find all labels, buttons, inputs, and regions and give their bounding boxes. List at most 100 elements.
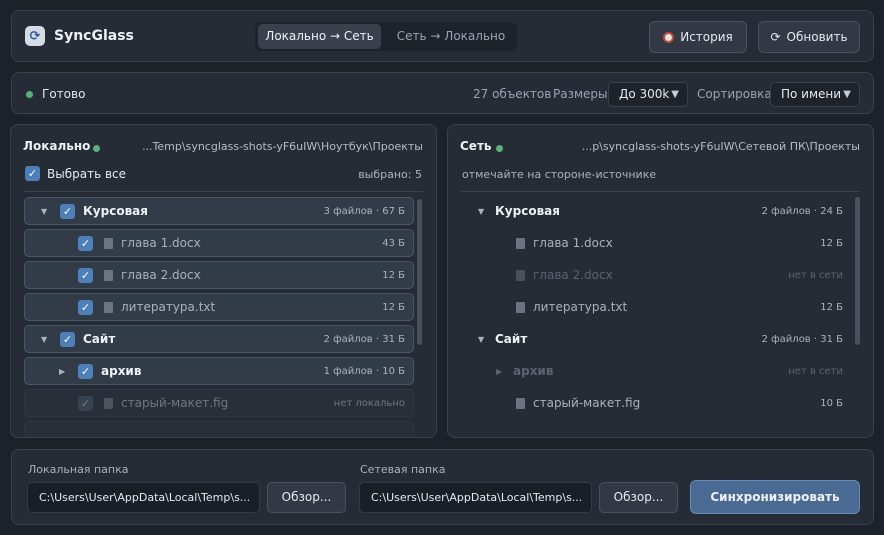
tree-row-folder: ▼ Сайт 2 файлов · 31 Б	[461, 325, 851, 353]
tree-row-meta: нет в сети	[788, 365, 843, 377]
select-all-label: Выбрать все	[47, 166, 127, 181]
tree-row-name: старый-макет.fig	[533, 396, 641, 410]
tree-row-meta: 2 файлов · 31 Б	[323, 333, 405, 345]
tree-row-partial	[24, 421, 414, 437]
checkbox-checked-icon: ✓	[25, 166, 40, 181]
tree-row-folder: ▼ Курсовая 2 файлов · 24 Б	[461, 197, 851, 225]
tree-row-file: глава 1.docx 12 Б	[461, 229, 851, 257]
local-folder-input[interactable]: C:\Users\User\AppData\Local\Temp\s...	[27, 482, 260, 513]
refresh-icon: ⟳	[770, 30, 781, 44]
browse-local-button[interactable]: Обзор...	[267, 482, 346, 513]
tree-row-file: глава 2.docx нет в сети	[461, 261, 851, 289]
footer-bar: Локальная папка C:\Users\User\AppData\Lo…	[11, 449, 874, 525]
tree-row-name: литература.txt	[121, 300, 216, 314]
chevron-down-icon: ▼	[671, 89, 679, 100]
tree-row-meta: 12 Б	[382, 269, 405, 281]
scrollbar[interactable]	[855, 197, 860, 345]
divider	[461, 191, 860, 192]
tree-row-file: литература.txt 12 Б	[461, 293, 851, 321]
checkbox-checked-icon: ✓	[78, 395, 93, 411]
status-text: Готово	[42, 87, 86, 101]
file-icon	[104, 269, 113, 281]
sort-select[interactable]: По имени ▼	[770, 82, 860, 107]
tree-row-folder[interactable]: ▼ ✓ Сайт 2 файлов · 31 Б	[24, 325, 414, 353]
tree-row-name: архив	[101, 364, 142, 378]
tree-row-name: Курсовая	[495, 204, 560, 218]
tree-row-name: Сайт	[495, 332, 528, 346]
tree-row-meta: 2 файлов · 24 Б	[761, 205, 843, 217]
tree-row-file: старый-макет.fig 10 Б	[461, 389, 851, 417]
remote-title: Сеть	[460, 139, 492, 153]
tree-row-folder[interactable]: ▶ ✓ архив 1 файлов · 10 Б	[24, 357, 414, 385]
history-button[interactable]: История	[649, 21, 747, 53]
tree-row-name: Курсовая	[83, 204, 148, 218]
checkbox-checked-icon[interactable]: ✓	[78, 235, 93, 251]
tree-row-folder[interactable]: ▼ ✓ Курсовая 3 файлов · 67 Б	[24, 197, 414, 225]
local-title: Локально	[23, 139, 91, 153]
local-path: ...Temp\syncglass-shots-yF6uIW\Ноутбук\П…	[142, 140, 423, 153]
caret-right-icon: ▶	[496, 366, 503, 376]
app-logo-icon: ⟳	[25, 26, 45, 46]
refresh-button[interactable]: ⟳ Обновить	[758, 21, 860, 53]
checkbox-checked-icon[interactable]: ✓	[60, 203, 75, 219]
checkbox-checked-icon[interactable]: ✓	[60, 331, 75, 347]
tree-row-file[interactable]: ✓ глава 1.docx 43 Б	[24, 229, 414, 257]
tree-row-meta: 43 Б	[382, 237, 405, 249]
local-status-dot-icon	[93, 145, 100, 152]
refresh-label: Обновить	[786, 30, 848, 44]
checkbox-checked-icon[interactable]: ✓	[78, 267, 93, 283]
tree-row-meta: 12 Б	[382, 301, 405, 313]
history-label: История	[680, 30, 733, 44]
caret-down-icon[interactable]: ▼	[41, 207, 47, 216]
file-icon	[516, 301, 525, 313]
file-icon	[104, 237, 113, 249]
app-header: ⟳ SyncGlass Локально → Сеть Сеть → Локал…	[11, 10, 874, 62]
tree-row-file[interactable]: ✓ глава 2.docx 12 Б	[24, 261, 414, 289]
tree-row-file[interactable]: ✓ литература.txt 12 Б	[24, 293, 414, 321]
checkbox-checked-icon[interactable]: ✓	[78, 363, 93, 379]
mode-local-to-remote[interactable]: Локально → Сеть	[258, 24, 381, 49]
file-icon	[104, 301, 113, 313]
mode-remote-to-local[interactable]: Сеть → Локально	[387, 24, 515, 49]
sync-button[interactable]: Синхронизировать	[690, 480, 860, 514]
sizes-label: Размеры	[553, 87, 608, 101]
file-icon	[516, 397, 525, 409]
remote-status-dot-icon	[496, 145, 503, 152]
file-icon	[516, 269, 525, 281]
tree-row-meta: 10 Б	[820, 397, 843, 409]
remote-folder-label: Сетевая папка	[360, 463, 446, 476]
tree-row-meta: 2 файлов · 31 Б	[761, 333, 843, 345]
file-icon	[516, 237, 525, 249]
tree-row-meta: 3 файлов · 67 Б	[323, 205, 405, 217]
sizes-select[interactable]: До 300k ▼	[608, 82, 688, 107]
tree-row-meta: 1 файлов · 10 Б	[323, 365, 405, 377]
remote-hint: отмечайте на стороне-источнике	[462, 168, 657, 181]
caret-down-icon[interactable]: ▼	[478, 335, 484, 344]
tree-row-meta: нет локально	[333, 397, 405, 409]
caret-down-icon[interactable]: ▼	[41, 335, 47, 344]
object-count: 27 объектов	[473, 87, 552, 101]
scrollbar[interactable]	[417, 199, 422, 345]
caret-down-icon[interactable]: ▼	[478, 207, 484, 216]
tree-row-meta: 12 Б	[820, 237, 843, 249]
browse-remote-button[interactable]: Обзор...	[599, 482, 678, 513]
app-title: SyncGlass	[54, 28, 134, 44]
divider	[24, 191, 423, 192]
local-panel: Локально ...Temp\syncglass-shots-yF6uIW\…	[10, 124, 437, 438]
status-dot-icon	[26, 91, 33, 98]
remote-panel: Сеть ...p\syncglass-shots-yF6uIW\Сетевой…	[447, 124, 874, 438]
tree-row-meta: нет в сети	[788, 269, 843, 281]
clock-icon	[663, 31, 675, 43]
local-folder-label: Локальная папка	[28, 463, 129, 476]
tree-row-meta: 12 Б	[820, 301, 843, 313]
tree-row-name: архив	[513, 364, 554, 378]
chevron-down-icon: ▼	[843, 89, 851, 100]
tree-row-file: ✓ старый-макет.fig нет локально	[24, 389, 414, 417]
tree-row-name: литература.txt	[533, 300, 628, 314]
checkbox-checked-icon[interactable]: ✓	[78, 299, 93, 315]
tree-row-folder: ▶ архив нет в сети	[461, 357, 851, 385]
caret-right-icon[interactable]: ▶	[59, 367, 65, 376]
sort-label: Сортировка	[697, 87, 772, 101]
select-all-checkbox[interactable]: ✓ Выбрать все	[25, 166, 126, 181]
remote-folder-input[interactable]: C:\Users\User\AppData\Local\Temp\s...	[359, 482, 592, 513]
